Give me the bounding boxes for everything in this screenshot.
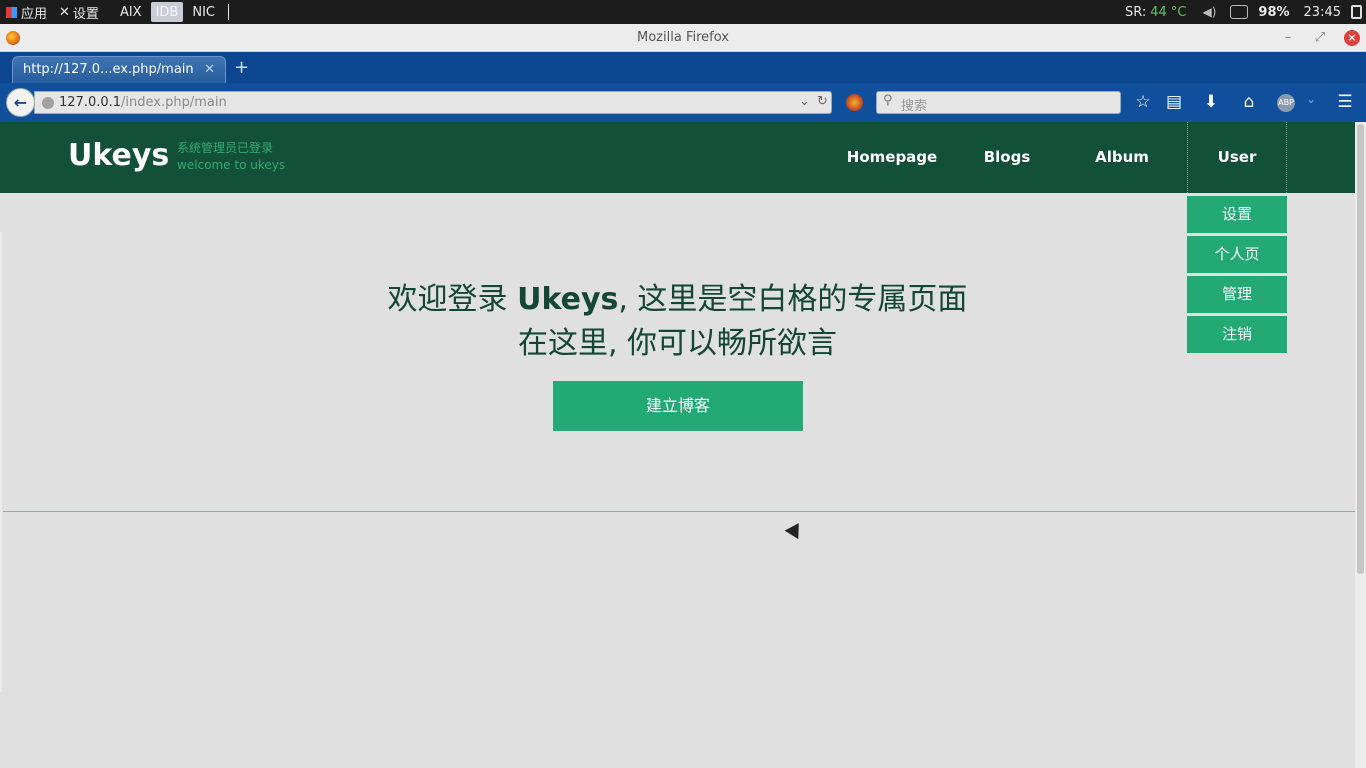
url-host: 127.0.0.1 <box>59 95 122 110</box>
addon-icon[interactable] <box>846 94 863 111</box>
keyboard-icon[interactable] <box>1230 5 1249 19</box>
panel-separator <box>227 4 229 20</box>
site-header: Ukeys 系统管理员已登录 welcome to ukeys Homepage… <box>0 122 1355 193</box>
nav-blogs[interactable]: Blogs <box>957 122 1057 193</box>
close-window-icon[interactable]: × <box>1344 30 1360 46</box>
site-identity-icon[interactable] <box>42 97 54 109</box>
workspace-nic[interactable]: NIC <box>187 2 220 22</box>
nav-user[interactable]: User <box>1187 122 1287 193</box>
user-menu-settings[interactable]: 设置 <box>1187 196 1287 233</box>
site-logo[interactable]: Ukeys <box>68 138 169 173</box>
reload-icon[interactable]: ↻ <box>817 94 828 109</box>
sr-label: SR: <box>1124 4 1147 20</box>
download-icon[interactable]: ⬇ <box>1200 92 1222 112</box>
welcome-prefix: 欢迎登录 <box>387 282 518 317</box>
back-button[interactable]: ← <box>6 88 35 117</box>
bookmark-star-icon[interactable]: ☆ <box>1132 92 1154 112</box>
tab-strip: http://127.0...ex.php/main ✕ + <box>0 52 1366 83</box>
scrollbar-thumb[interactable] <box>1357 124 1364 574</box>
volume-icon[interactable]: ◀) <box>1202 5 1216 19</box>
nav-album[interactable]: Album <box>1072 122 1172 193</box>
tab-active[interactable]: http://127.0...ex.php/main ✕ <box>12 56 226 83</box>
workspace-aix[interactable]: AIX <box>115 2 147 22</box>
apps-menu[interactable]: 应用 <box>0 0 53 24</box>
apps-label: 应用 <box>21 6 48 22</box>
temperature-readout: 44 °C <box>1150 4 1187 20</box>
create-blog-button[interactable]: 建立博客 <box>553 381 803 431</box>
tab-close-icon[interactable]: ✕ <box>204 62 215 77</box>
settings-label: 设置 <box>72 6 99 22</box>
restore-icon[interactable]: ⤢ <box>1310 28 1330 48</box>
welcome-suffix: , 这里是空白格的专属页面 <box>618 282 968 317</box>
url-path: /index.php/main <box>121 95 227 110</box>
page-scrollbar[interactable] <box>1355 122 1366 768</box>
window-titlebar: Mozilla Firefox – ⤢ × <box>0 24 1366 52</box>
url-bar[interactable]: 127.0.0.1/index.php/main ⌄ ↻ <box>34 91 832 114</box>
new-tab-icon[interactable]: + <box>234 57 249 78</box>
search-input[interactable]: ⚲ 搜索 <box>876 91 1121 114</box>
nav-homepage[interactable]: Homepage <box>842 122 942 193</box>
search-placeholder: 搜索 <box>901 99 928 114</box>
tab-title: http://127.0...ex.php/main <box>23 62 194 77</box>
clock: 23:45 <box>1303 4 1341 20</box>
home-icon[interactable]: ⌂ <box>1238 92 1260 112</box>
menu-icon[interactable]: ☰ <box>1334 92 1356 112</box>
os-top-panel: 应用 ✕ 设置 AIX IDB NIC SR: 44 °C ◀) 98% 23:… <box>0 0 1366 24</box>
battery-icon <box>1351 5 1362 19</box>
adblock-icon[interactable]: ABP <box>1277 94 1295 112</box>
page-viewport: Ukeys 系统管理员已登录 welcome to ukeys Homepage… <box>0 122 1355 768</box>
url-dropdown-icon[interactable]: ⌄ <box>799 94 810 109</box>
workspace-idb[interactable]: IDB <box>150 2 184 22</box>
welcome-brand: Ukeys <box>517 282 619 317</box>
adblock-dropdown-icon[interactable]: ⌄ <box>1300 92 1322 106</box>
tagline-line1: 系统管理员已登录 <box>177 141 274 155</box>
welcome-line2: 在这里, 你可以畅所欲言 <box>517 326 838 361</box>
minimize-icon[interactable]: – <box>1278 28 1298 48</box>
user-menu-profile[interactable]: 个人页 <box>1187 236 1287 273</box>
site-tagline: 系统管理员已登录 welcome to ukeys <box>177 140 285 174</box>
welcome-line1: 欢迎登录 Ukeys, 这里是空白格的专属页面 <box>0 274 1355 318</box>
content-divider <box>3 511 1355 512</box>
window-title: Mozilla Firefox <box>637 30 729 45</box>
navigation-toolbar: 127.0.0.1/index.php/main ⌄ ↻ ← ⚲ 搜索 ☆ ▤ … <box>0 83 1366 122</box>
tagline-line2: welcome to ukeys <box>177 158 286 172</box>
apps-grid-icon <box>6 6 17 18</box>
settings-menu[interactable]: ✕ 设置 <box>53 0 105 24</box>
battery-percent: 98% <box>1258 4 1290 20</box>
search-icon: ⚲ <box>883 93 893 108</box>
tools-icon: ✕ <box>59 4 70 20</box>
system-tray: SR: 44 °C ◀) 98% 23:45 <box>1125 0 1366 24</box>
bookmarks-list-icon[interactable]: ▤ <box>1163 92 1185 112</box>
